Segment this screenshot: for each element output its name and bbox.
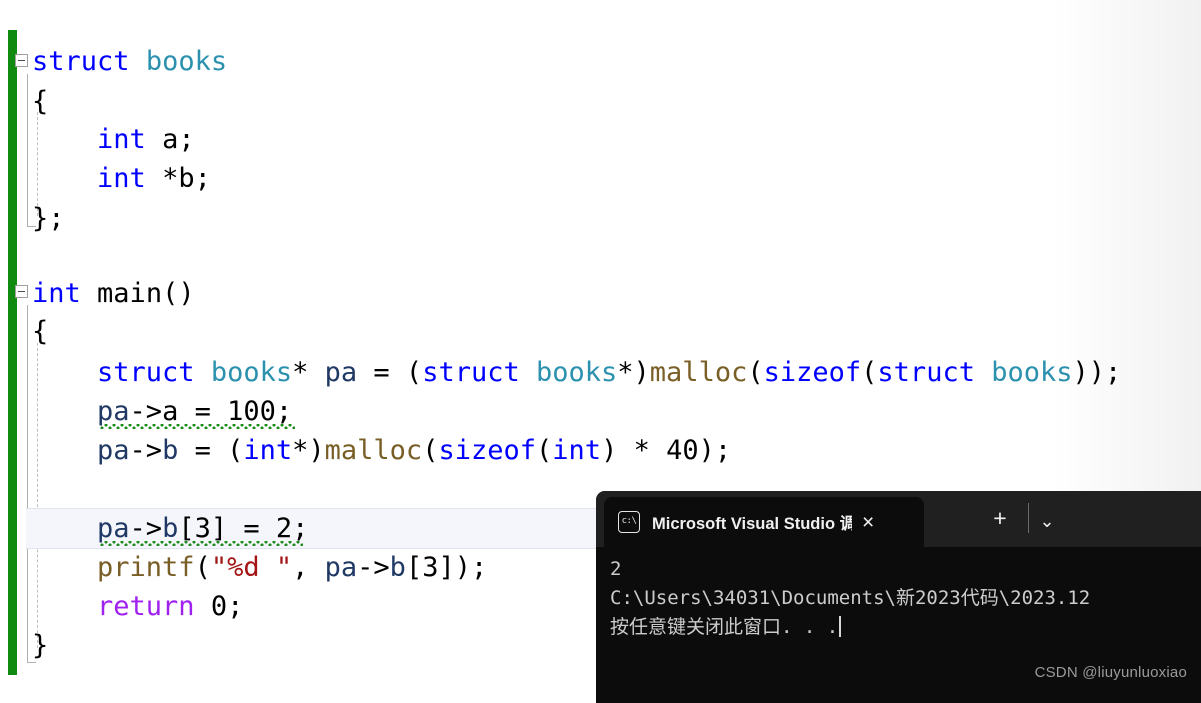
close-icon[interactable]: × <box>862 512 874 533</box>
code-line-struct-decl[interactable]: struct books <box>32 46 227 78</box>
console-output-text: 按任意键关闭此窗口. . . <box>610 616 839 638</box>
number-3: 3 <box>194 513 211 544</box>
number-2: 2 <box>275 513 293 544</box>
identifier-b: b <box>178 163 195 194</box>
chevron-down-icon[interactable]: ⌄ <box>1033 508 1061 534</box>
outline-guide-struct <box>27 74 28 226</box>
keyword-int: int <box>97 124 146 155</box>
terminal-icon: c:\ <box>618 511 640 533</box>
keyword-return: return <box>97 591 195 622</box>
identifier-pa: pa <box>324 357 358 388</box>
code-line-struct-open-brace[interactable]: { <box>32 86 48 118</box>
new-tab-icon[interactable]: + <box>986 505 1014 531</box>
brace-close-semicolon: }; <box>32 203 65 234</box>
member-b: b <box>162 435 179 466</box>
code-line-printf[interactable]: printf("%d ", pa->b[3]); <box>32 552 487 584</box>
function-malloc: malloc <box>649 357 748 388</box>
code-line-member-a[interactable]: int a; <box>32 124 195 156</box>
watermark: CSDN @liuyunluoxiao <box>1034 664 1187 681</box>
change-tracking-bar <box>8 30 17 675</box>
member-b: b <box>389 552 406 583</box>
outline-foot-main <box>27 662 36 663</box>
operator-sizeof: sizeof <box>763 357 862 388</box>
console-output-line: C:\Users\34031\Documents\新2023代码\2023.12 <box>610 587 1091 609</box>
string-format: "%d " <box>210 552 293 583</box>
analysis-squiggle-assign-b3 <box>100 541 303 546</box>
keyword-int: int <box>552 435 602 466</box>
member-a: a <box>162 396 179 427</box>
keyword-struct: struct <box>422 357 520 388</box>
code-line-malloc-struct[interactable]: struct books* pa = (struct books*)malloc… <box>32 357 1121 389</box>
outline-guide-main <box>27 305 28 662</box>
fold-marker-int-main[interactable] <box>15 285 28 298</box>
code-line-struct-close-brace[interactable]: }; <box>32 203 65 235</box>
code-line-member-b[interactable]: int *b; <box>32 163 211 195</box>
identifier-a: a <box>162 124 179 155</box>
identifier-pa: pa <box>97 396 130 427</box>
function-printf: printf <box>97 552 195 583</box>
keyword-struct: struct <box>877 357 975 388</box>
brace-open: { <box>32 86 49 117</box>
code-line-return[interactable]: return 0; <box>32 591 243 623</box>
code-line-malloc-int-array[interactable]: pa->b = (int*)malloc(sizeof(int) * 40); <box>32 435 731 467</box>
member-b: b <box>162 513 179 544</box>
console-tab-title: Microsoft Visual Studio 调试控 <box>652 515 852 533</box>
fold-marker-struct-books[interactable] <box>15 54 28 67</box>
console-output-line: 按任意键关闭此窗口. . . <box>610 613 1201 642</box>
keyword-int: int <box>97 163 146 194</box>
keyword-int: int <box>32 278 81 309</box>
identifier-pa: pa <box>97 435 130 466</box>
console-titlebar[interactable]: c:\ Microsoft Visual Studio 调试控 × + ⌄ <box>596 491 1201 547</box>
keyword-struct: struct <box>97 357 195 388</box>
number-40: 40 <box>666 435 699 466</box>
titlebar-separator <box>1028 503 1029 533</box>
text-cursor <box>839 616 842 637</box>
identifier-pa: pa <box>324 552 358 583</box>
number-100: 100 <box>227 396 276 427</box>
type-books: books <box>536 357 618 388</box>
console-tab[interactable]: c:\ Microsoft Visual Studio 调试控 × <box>604 497 924 547</box>
number-0: 0 <box>210 591 228 622</box>
function-malloc: malloc <box>324 435 423 466</box>
type-books: books <box>145 46 228 77</box>
code-line-main-open-brace[interactable]: { <box>32 316 48 348</box>
console-output-line: 2 <box>610 558 622 580</box>
type-books: books <box>991 357 1073 388</box>
identifier-pa: pa <box>97 513 130 544</box>
vs-code-editor-screenshot: struct books { int a; int *b; }; int mai… <box>0 0 1201 703</box>
function-main: main <box>97 278 163 309</box>
operator-sizeof: sizeof <box>438 435 537 466</box>
brace-close: } <box>32 630 49 661</box>
code-line-main-signature[interactable]: int main() <box>32 278 195 310</box>
brace-open: { <box>32 316 49 347</box>
keyword-int: int <box>243 435 293 466</box>
number-3: 3 <box>422 552 439 583</box>
code-line-main-close-brace[interactable]: } <box>32 630 48 662</box>
keyword-struct: struct <box>32 46 130 77</box>
type-books: books <box>210 357 293 388</box>
analysis-squiggle-assign-a <box>100 424 295 429</box>
